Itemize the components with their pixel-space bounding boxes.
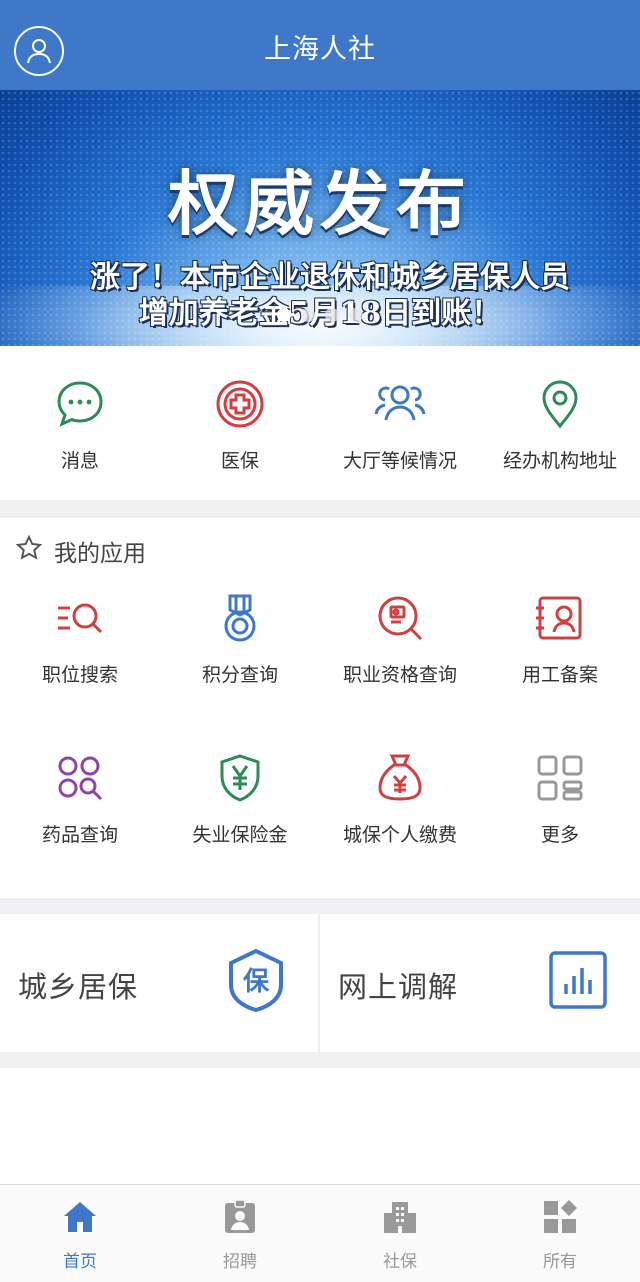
medal-icon <box>212 590 268 646</box>
quick-item-office-address[interactable]: 经办机构地址 <box>480 346 640 500</box>
app-label: 用工备案 <box>521 664 598 686</box>
bottom-tab-bar: 首页 招聘 社保 所有 <box>0 1184 640 1282</box>
app-qualification-query[interactable]: 职业资格查询 <box>320 590 480 687</box>
my-apps-section: 我的应用 职位搜索 积分查询 职业资格查询 用工备案 药品查询 失业保险金 城保… <box>0 518 640 898</box>
feature-cards: 城乡居保 保 网上调解 <box>0 914 640 1052</box>
pills-search-icon <box>52 750 108 806</box>
tab-label: 所有 <box>543 1252 577 1272</box>
tab-label: 首页 <box>63 1252 97 1272</box>
app-label: 积分查询 <box>201 664 278 686</box>
message-icon <box>52 376 108 432</box>
quick-item-label: 经办机构地址 <box>502 450 617 472</box>
tab-social-security[interactable]: 社保 <box>320 1185 480 1282</box>
app-label: 城保个人缴费 <box>342 824 457 846</box>
job-search-icon <box>52 590 108 646</box>
shield-yen-icon <box>212 750 268 806</box>
building-icon <box>380 1197 420 1237</box>
tab-home[interactable]: 首页 <box>0 1185 160 1282</box>
app-label: 职位搜索 <box>41 664 118 686</box>
quick-access-bar: 消息 医保 大厅等候情况 经办机构地址 <box>0 346 640 500</box>
shield-bao-icon: 保 <box>224 948 288 1012</box>
star-outline-icon <box>15 534 43 567</box>
my-apps-header: 我的应用 <box>15 534 146 568</box>
tab-recruitment[interactable]: 招聘 <box>160 1185 320 1282</box>
card-label: 城乡居保 <box>18 970 139 1004</box>
quick-item-medical[interactable]: 医保 <box>160 346 320 500</box>
quick-item-hall-waiting[interactable]: 大厅等候情况 <box>320 346 480 500</box>
location-pin-icon <box>532 376 588 432</box>
section-divider <box>0 1052 640 1068</box>
id-card-icon <box>532 590 588 646</box>
tab-label: 招聘 <box>223 1252 257 1272</box>
banner-pager[interactable] <box>0 308 640 322</box>
certificate-search-icon <box>372 590 428 646</box>
tab-label: 社保 <box>383 1252 417 1272</box>
home-icon <box>60 1197 100 1237</box>
medical-cross-icon <box>212 376 268 432</box>
pager-dot[interactable] <box>325 308 339 322</box>
app-personal-payment[interactable]: 城保个人缴费 <box>320 750 480 847</box>
quick-item-label: 医保 <box>220 450 259 472</box>
bar-chart-icon <box>546 948 610 1012</box>
pager-dot[interactable] <box>277 308 291 322</box>
app-label: 失业保险金 <box>192 824 288 846</box>
my-apps-title: 我的应用 <box>54 541 146 567</box>
shield-text: 保 <box>242 967 270 997</box>
section-divider <box>0 500 640 518</box>
section-divider <box>0 898 640 914</box>
quick-item-label: 消息 <box>60 450 99 472</box>
people-group-icon <box>372 376 428 432</box>
card-rural-urban-insurance[interactable]: 城乡居保 保 <box>0 914 320 1052</box>
app-unemployment-benefit[interactable]: 失业保险金 <box>160 750 320 847</box>
app-job-search[interactable]: 职位搜索 <box>0 590 160 687</box>
grid-more-icon <box>532 750 588 806</box>
card-label: 网上调解 <box>338 970 459 1004</box>
apps-row: 职位搜索 积分查询 职业资格查询 用工备案 <box>0 590 640 687</box>
app-label: 药品查询 <box>41 824 118 846</box>
badge-icon <box>220 1197 260 1237</box>
apps-row: 药品查询 失业保险金 城保个人缴费 更多 <box>0 750 640 847</box>
pager-dot[interactable] <box>301 308 315 322</box>
card-online-mediation[interactable]: 网上调解 <box>320 914 640 1052</box>
app-employment-filing[interactable]: 用工备案 <box>480 590 640 687</box>
app-more[interactable]: 更多 <box>480 750 640 847</box>
app-label: 职业资格查询 <box>342 664 457 686</box>
money-bag-icon <box>372 750 428 806</box>
quick-item-label: 大厅等候情况 <box>342 450 457 472</box>
app-drug-query[interactable]: 药品查询 <box>0 750 160 847</box>
quick-item-messages[interactable]: 消息 <box>0 346 160 500</box>
app-points-query[interactable]: 积分查询 <box>160 590 320 687</box>
banner-carousel[interactable]: 权威发布 涨了！本市企业退休和城乡居保人员 增加养老金5月18日到账！ <box>0 90 640 346</box>
app-label: 更多 <box>540 824 579 846</box>
apps-icon <box>540 1197 580 1237</box>
pager-dot[interactable] <box>349 308 363 322</box>
user-icon[interactable] <box>14 26 64 76</box>
banner-headline: 权威发布 <box>168 162 472 245</box>
app-header: 上海人社 <box>0 0 640 90</box>
tab-all[interactable]: 所有 <box>480 1185 640 1282</box>
page-title: 上海人社 <box>264 33 376 65</box>
